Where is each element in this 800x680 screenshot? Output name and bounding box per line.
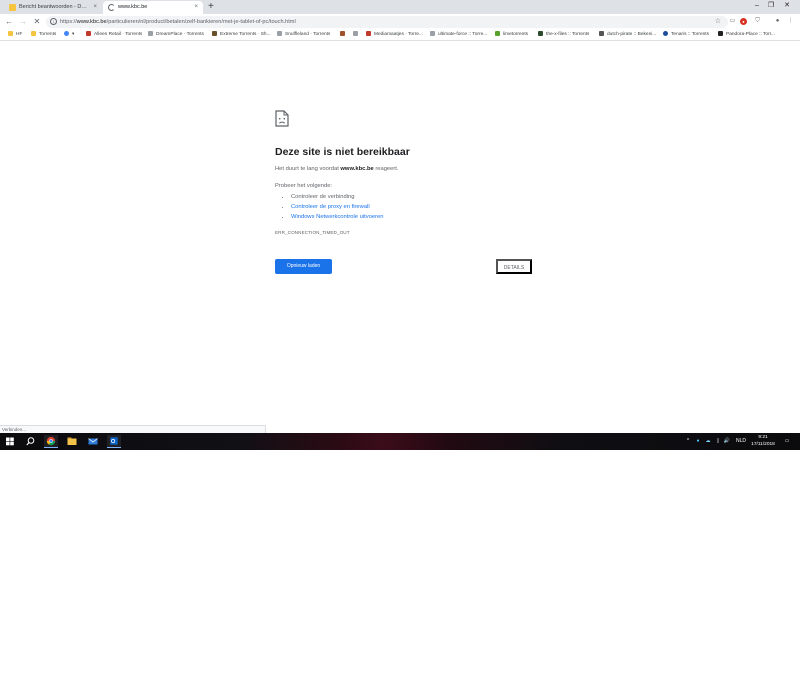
clock-time: 9:21 xyxy=(758,435,768,440)
maximize-button[interactable]: ❐ xyxy=(764,0,778,12)
tab-bericht[interactable]: Bericht beantwoorden - De Nete × xyxy=(4,1,102,14)
mail-icon[interactable] xyxy=(86,435,100,448)
bookmark-item[interactable]: ultimate-force :: Torre... xyxy=(430,30,487,40)
suggestions-heading: Probeer het volgende: xyxy=(275,183,333,189)
page-icon xyxy=(277,31,282,37)
site-favicon-icon xyxy=(340,31,345,37)
error-code: ERR_CONNECTION_TIMED_OUT xyxy=(275,230,350,235)
volume-icon[interactable]: 🔊 xyxy=(723,433,731,450)
bookmark-item[interactable]: DreamPlace · Torrents xyxy=(148,30,204,40)
bookmark-item[interactable]: the-x-files :: Torrents xyxy=(538,30,589,40)
folder-icon xyxy=(8,31,13,37)
sad-page-icon xyxy=(275,110,289,127)
bookmark-item[interactable]: Pandora-Place :: Torr... xyxy=(718,30,800,40)
site-favicon-icon xyxy=(538,31,543,37)
windows-taskbar: ^ ● ☁ ▯ 🔊 NLD 9:21 17/11/2018 ▭ xyxy=(0,433,800,450)
bookmark-item[interactable] xyxy=(353,30,361,40)
suggestion-link-diagnostics[interactable]: Windows Netwerkcontrole uitvoeren xyxy=(291,212,383,222)
windows-start-icon[interactable] xyxy=(3,435,17,448)
bookmark-item[interactable]: Mediamaatjes · Torre... xyxy=(366,30,423,40)
site-favicon-icon xyxy=(599,31,604,37)
error-title: Deze site is niet bereikbaar xyxy=(275,146,410,158)
bookmarks-bar: HF Torrents ▾ Alleen Retail · Torrents D… xyxy=(0,30,800,41)
bookmark-item[interactable]: HF xyxy=(8,30,22,40)
page-icon xyxy=(430,31,435,37)
cast-icon[interactable]: ▭ xyxy=(728,17,737,26)
minimize-button[interactable]: – xyxy=(750,0,764,12)
clock-date: 17/11/2018 xyxy=(751,442,775,447)
suggestions-list: Controleer de verbinding Controleer de p… xyxy=(291,192,383,222)
browser-toolbar: ← → ✕ i https://www.kbc.be/particulieren… xyxy=(0,14,800,30)
bookmark-item[interactable]: Snuffleland · Torrents xyxy=(277,30,330,40)
google-icon xyxy=(64,31,69,37)
status-bubble: Verbinden... xyxy=(0,425,266,433)
battery-icon[interactable]: ▯ xyxy=(714,433,722,450)
bookmark-item[interactable]: Alleen Retail · Torrents xyxy=(86,30,142,40)
bookmark-item[interactable]: dutch-pirate :: Bekeni... xyxy=(599,30,656,40)
site-favicon-icon xyxy=(663,31,668,37)
folder-icon xyxy=(31,31,36,37)
site-favicon-icon xyxy=(366,31,371,37)
extension-badge-icon[interactable]: ● xyxy=(740,18,747,25)
suggestion-link-proxy[interactable]: Controleer de proxy en firewall xyxy=(291,202,383,212)
bookmark-item[interactable]: Extreme Torrents · Sh... xyxy=(212,30,271,40)
back-button[interactable]: ← xyxy=(3,16,15,28)
bookmark-item[interactable]: ▾ xyxy=(64,30,74,40)
tab-close-icon[interactable]: × xyxy=(194,1,198,14)
bookmark-star-icon[interactable]: ☆ xyxy=(715,16,721,28)
address-bar[interactable]: i https://www.kbc.be/particulieren/nl/pr… xyxy=(46,16,728,28)
site-favicon-icon xyxy=(86,31,91,37)
chrome-taskbar-icon[interactable] xyxy=(44,435,58,448)
network-app-icon[interactable]: ● xyxy=(694,433,702,450)
site-favicon-icon xyxy=(495,31,500,37)
error-message: Het duurt te lang voordat www.kbc.be rea… xyxy=(275,166,399,172)
page-icon xyxy=(353,31,358,37)
new-tab-button[interactable]: + xyxy=(208,1,214,13)
file-explorer-icon[interactable] xyxy=(65,435,79,448)
forward-button[interactable]: → xyxy=(17,16,29,28)
bookmark-item[interactable]: limetorrents xyxy=(495,30,528,40)
cloud-sync-icon[interactable]: ☁ xyxy=(704,433,712,450)
reload-button[interactable]: Opnieuw laden xyxy=(275,259,332,274)
page-favicon-icon xyxy=(9,4,16,11)
bookmark-item[interactable]: Tenaris :: Torrents xyxy=(663,30,709,40)
tab-title: www.kbc.be xyxy=(118,4,148,10)
menu-button[interactable]: ⋮ xyxy=(786,17,795,26)
system-clock[interactable]: 9:21 17/11/2018 xyxy=(748,434,778,448)
tab-close-icon[interactable]: × xyxy=(93,1,97,14)
site-info-icon[interactable]: i xyxy=(50,18,57,25)
profile-avatar-icon[interactable]: ● xyxy=(773,17,782,26)
page-icon xyxy=(148,31,153,37)
bookmark-item[interactable]: Torrents xyxy=(31,30,56,40)
tab-strip: Bericht beantwoorden - De Nete × www.kbc… xyxy=(0,0,800,14)
loading-spinner-icon xyxy=(108,4,115,11)
site-favicon-icon xyxy=(718,31,723,37)
tab-title: Bericht beantwoorden - De Nete xyxy=(19,4,89,10)
url-text[interactable]: https://www.kbc.be/particulieren/nl/prod… xyxy=(60,16,296,28)
details-button[interactable]: DETAILS xyxy=(496,259,532,274)
outlook-icon[interactable] xyxy=(107,435,121,448)
suggestion-item: Controleer de verbinding xyxy=(291,192,383,202)
site-favicon-icon xyxy=(212,31,217,37)
bookmark-item[interactable] xyxy=(340,30,348,40)
tray-overflow-icon[interactable]: ^ xyxy=(684,433,692,450)
close-window-button[interactable]: ✕ xyxy=(780,0,794,12)
shield-extension-icon[interactable]: ⛉ xyxy=(753,17,762,26)
tab-kbc[interactable]: www.kbc.be × xyxy=(103,1,203,14)
search-icon[interactable] xyxy=(23,435,37,448)
notification-center-icon[interactable]: ▭ xyxy=(782,433,792,450)
stop-loading-button[interactable]: ✕ xyxy=(31,16,43,28)
input-language[interactable]: NLD xyxy=(734,433,748,450)
